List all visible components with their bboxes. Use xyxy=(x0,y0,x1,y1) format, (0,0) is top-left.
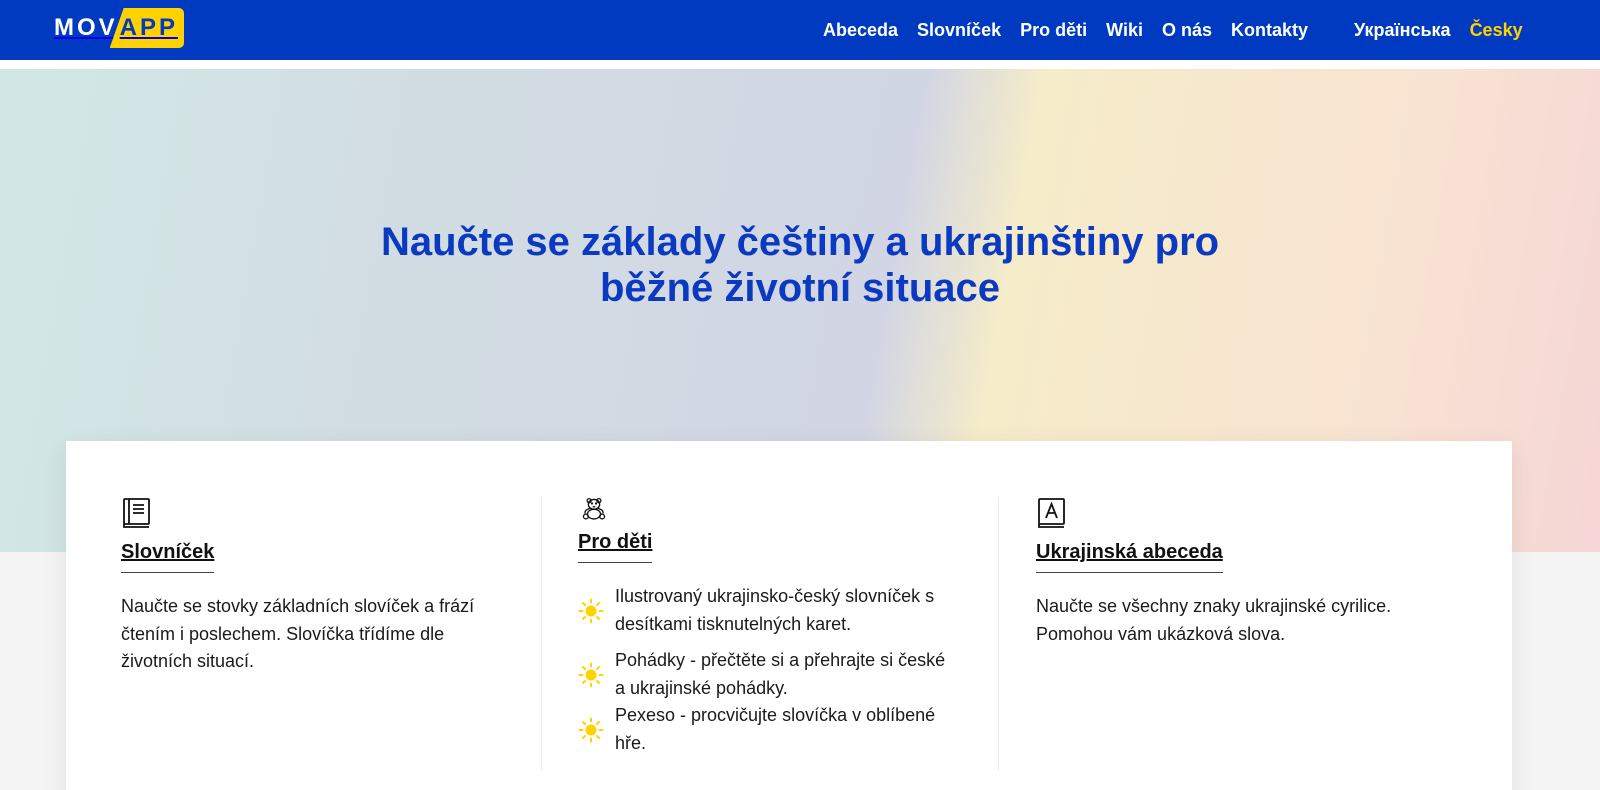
nav-link-o-nas[interactable]: O nás xyxy=(1162,20,1212,41)
alphabet-book-icon xyxy=(1038,498,1065,528)
hero-title: Naučte se základy češtiny a ukrajinštiny… xyxy=(0,219,1600,311)
language-link-ukrainian[interactable]: Українська xyxy=(1354,20,1451,41)
list-item: Ilustrovaný ukrajinsko-český slovníček s… xyxy=(578,583,958,638)
feature-title-ukrajinska-abeceda[interactable]: Ukrajinská abeceda xyxy=(1036,541,1223,573)
language-switcher: Українська Česky xyxy=(1354,0,1523,60)
movapp-logo[interactable]: MOV APP xyxy=(54,8,185,48)
language-link-czech[interactable]: Česky xyxy=(1470,20,1523,41)
main-nav: Abeceda Slovníček Pro děti Wiki O nás Ko… xyxy=(823,0,1327,60)
feature-text-slovnicek: Naučte se stovky základních slovíček a f… xyxy=(121,596,475,671)
column-divider xyxy=(998,497,999,771)
features-card: Slovníček Naučte se stovky základních sl… xyxy=(66,441,1512,790)
sun-icon xyxy=(578,662,604,687)
column-divider xyxy=(541,497,542,771)
feature-title-pro-deti[interactable]: Pro děti xyxy=(578,531,653,563)
site-header: MOV APP Abeceda Slovníček Pro děti Wiki … xyxy=(0,0,1600,60)
sun-icon xyxy=(578,717,604,742)
nav-link-slovnicek[interactable]: Slovníček xyxy=(917,20,1001,41)
nav-link-kontakty[interactable]: Kontakty xyxy=(1231,20,1308,41)
feature-text-ukrajinska-abeceda: Naučte se všechny znaky ukrajinské cyril… xyxy=(1036,596,1392,644)
nav-link-abeceda[interactable]: Abeceda xyxy=(823,20,898,41)
teddy-bear-icon xyxy=(582,497,606,520)
sun-icon xyxy=(578,598,604,623)
hero-title-line-1: Naučte se základy češtiny a ukrajinštiny… xyxy=(380,220,1220,264)
nav-link-wiki[interactable]: Wiki xyxy=(1106,20,1143,41)
kids-item-text: Pexeso - procvičujte slovíčka v oblíbené… xyxy=(615,705,936,753)
list-item: Pexeso - procvičujte slovíčka v oblíbené… xyxy=(578,702,958,757)
kids-item-text: Ilustrovaný ukrajinsko-český slovníček s… xyxy=(615,586,935,634)
nav-link-pro-deti[interactable]: Pro děti xyxy=(1020,20,1087,41)
list-item: Pohádky - přečtěte si a přehrajte si čes… xyxy=(578,647,958,702)
feature-pro-deti: Pro děti Ilustrovaný ukrajinsko-český sl… xyxy=(578,497,958,757)
logo-text-mov: MOV xyxy=(54,14,118,41)
kids-feature-list: Ilustrovaný ukrajinsko-český slovníček s… xyxy=(578,583,958,757)
feature-slovnicek: Slovníček Naučte se stovky základních sl… xyxy=(121,497,501,676)
header-divider xyxy=(0,60,1600,69)
feature-title-slovnicek[interactable]: Slovníček xyxy=(121,541,215,573)
hero-title-line-2: běžné životní situace xyxy=(599,266,1001,310)
feature-ukrajinska-abeceda: Ukrajinská abeceda Naučte se všechny zna… xyxy=(1036,497,1436,648)
kids-item-text: Pohádky - přečtěte si a přehrajte si čes… xyxy=(615,650,946,698)
book-icon xyxy=(123,498,150,528)
logo-text-app: APP xyxy=(109,8,185,48)
